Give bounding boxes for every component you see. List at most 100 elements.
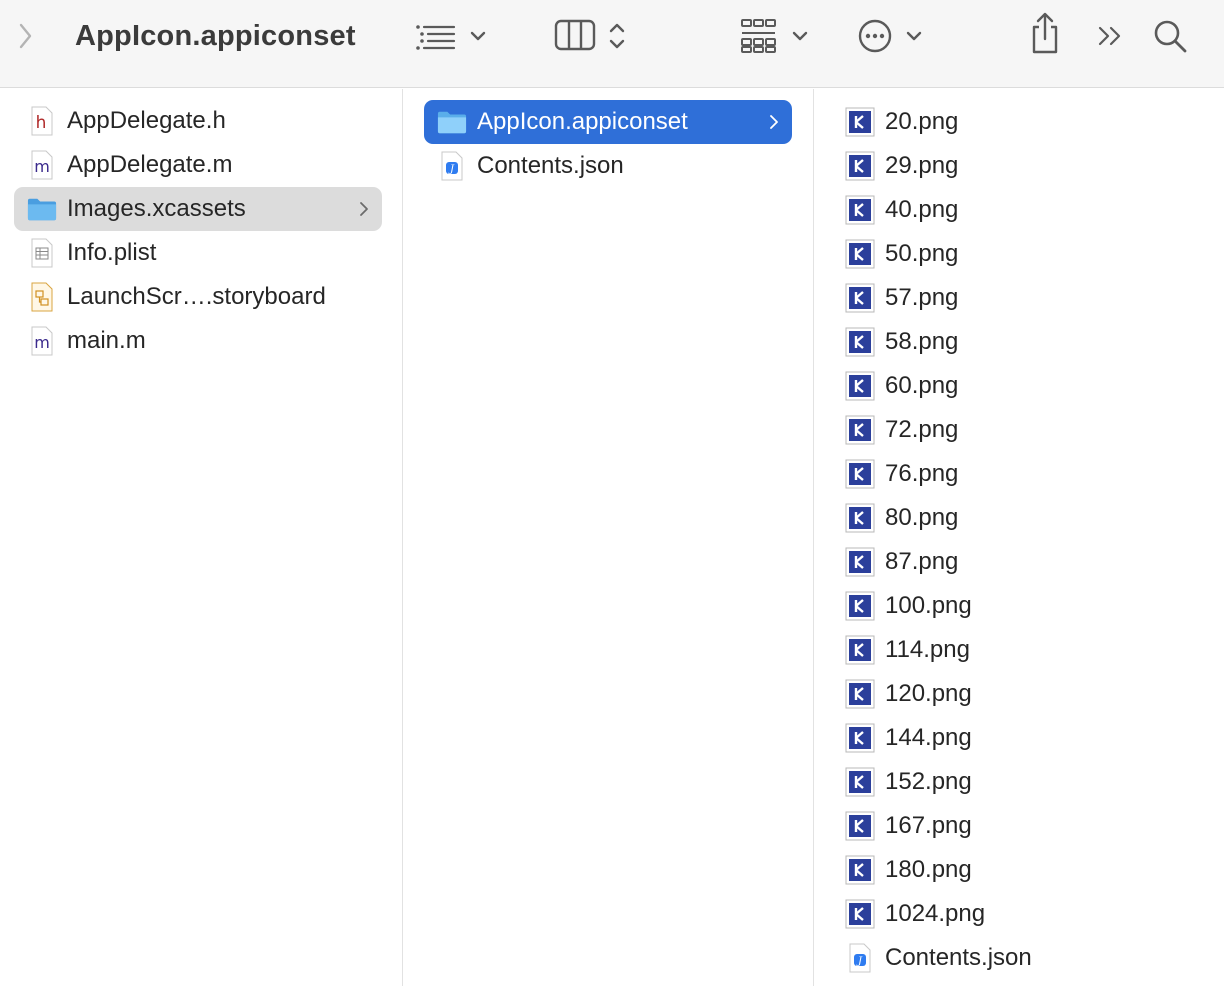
- png-image-icon: [845, 457, 875, 491]
- list-item-label: LaunchScr….storyboard: [67, 283, 326, 310]
- sort-updown-icon[interactable]: [604, 18, 630, 54]
- chevron-down-icon[interactable]: [466, 24, 490, 48]
- png-image-icon: [845, 545, 875, 579]
- png-image-icon: [845, 501, 875, 535]
- back-chevron-icon[interactable]: [10, 18, 40, 54]
- json-file-icon: J: [437, 149, 467, 183]
- gallery-grid-icon[interactable]: [738, 16, 780, 56]
- list-item[interactable]: 60.png: [845, 364, 1213, 408]
- png-image-icon: [845, 633, 875, 667]
- column-2: AppIcon.appiconset J Contents.json: [404, 89, 814, 986]
- json-file-icon: J: [845, 941, 875, 975]
- list-item[interactable]: m AppDelegate.m: [14, 143, 382, 187]
- list-item-label: 58.png: [885, 328, 959, 355]
- share-icon[interactable]: [1026, 10, 1064, 56]
- folder-icon: [27, 192, 57, 226]
- plist-file-icon: [27, 236, 57, 270]
- list-item-label: 50.png: [885, 240, 959, 267]
- list-item[interactable]: h AppDelegate.h: [14, 99, 382, 143]
- png-image-icon: [845, 765, 875, 799]
- list-item-label: 180.png: [885, 856, 972, 883]
- list-item-label: 20.png: [885, 108, 959, 135]
- m-source-file-icon: m: [27, 148, 57, 182]
- list-item[interactable]: 167.png: [845, 804, 1213, 848]
- svg-text:J: J: [856, 956, 863, 967]
- svg-text:m: m: [34, 333, 50, 352]
- list-item[interactable]: 29.png: [845, 144, 1213, 188]
- list-item-label: 80.png: [885, 504, 959, 531]
- column-view-icon[interactable]: [552, 16, 598, 54]
- column-1: h AppDelegate.h m AppDelegate.m Images.x…: [0, 89, 403, 986]
- list-item-label: Contents.json: [477, 152, 624, 179]
- svg-text:h: h: [36, 113, 47, 133]
- list-item[interactable]: 100.png: [845, 584, 1213, 628]
- list-item[interactable]: 76.png: [845, 452, 1213, 496]
- list-item[interactable]: 40.png: [845, 188, 1213, 232]
- chevron-right-icon: [768, 100, 780, 144]
- png-image-icon: [845, 281, 875, 315]
- png-image-icon: [845, 149, 875, 183]
- list-item[interactable]: 80.png: [845, 496, 1213, 540]
- png-image-icon: [845, 809, 875, 843]
- list-item[interactable]: 87.png: [845, 540, 1213, 584]
- list-item[interactable]: 144.png: [845, 716, 1213, 760]
- list-item-label: 152.png: [885, 768, 972, 795]
- list-view-icon[interactable]: [410, 18, 458, 54]
- search-icon[interactable]: [1150, 16, 1190, 56]
- chevron-right-icon: [358, 187, 370, 231]
- column-3: 20.png 29.png 40.png 50.png 57.png 58.png 60.p…: [815, 89, 1224, 986]
- list-item-label: AppDelegate.h: [67, 107, 226, 134]
- list-item-label: AppIcon.appiconset: [477, 108, 688, 135]
- svg-text:J: J: [448, 164, 455, 175]
- list-item[interactable]: 72.png: [845, 408, 1213, 452]
- list-item-label: 1024.png: [885, 900, 986, 927]
- list-item[interactable]: 1024.png: [845, 892, 1213, 936]
- list-item[interactable]: 180.png: [845, 848, 1213, 892]
- window-title: AppIcon.appiconset: [75, 20, 356, 52]
- list-item[interactable]: 58.png: [845, 320, 1213, 364]
- png-image-icon: [845, 897, 875, 931]
- folder-icon: [437, 105, 467, 139]
- list-item[interactable]: 120.png: [845, 672, 1213, 716]
- list-item[interactable]: LaunchScr….storyboard: [14, 275, 382, 319]
- list-item[interactable]: Info.plist: [14, 231, 382, 275]
- list-item-label: Contents.json: [885, 944, 1032, 971]
- list-item-label: 76.png: [885, 460, 959, 487]
- png-image-icon: [845, 853, 875, 887]
- list-item-label: AppDelegate.m: [67, 151, 233, 178]
- png-image-icon: [845, 589, 875, 623]
- m-source-file-icon: m: [27, 324, 57, 358]
- list-item-label: 114.png: [885, 636, 970, 663]
- list-item-selected[interactable]: Images.xcassets: [14, 187, 382, 231]
- storyboard-file-icon: [27, 280, 57, 314]
- more-ellipsis-icon[interactable]: [856, 17, 894, 55]
- list-item[interactable]: 20.png: [845, 100, 1213, 144]
- list-item[interactable]: 152.png: [845, 760, 1213, 804]
- list-item-label: 100.png: [885, 592, 972, 619]
- list-item-label: 87.png: [885, 548, 959, 575]
- chevron-down-icon[interactable]: [788, 24, 812, 48]
- svg-text:m: m: [34, 157, 50, 176]
- list-item[interactable]: J Contents.json: [845, 936, 1213, 980]
- list-item[interactable]: m main.m: [14, 319, 382, 363]
- list-item-label: main.m: [67, 327, 146, 354]
- list-item[interactable]: J Contents.json: [424, 144, 792, 188]
- chevron-down-icon[interactable]: [902, 24, 926, 48]
- list-item-label: 167.png: [885, 812, 972, 839]
- png-image-icon: [845, 677, 875, 711]
- list-item-selected[interactable]: AppIcon.appiconset: [424, 100, 792, 144]
- list-item-label: 144.png: [885, 724, 972, 751]
- list-item-label: Info.plist: [67, 239, 157, 266]
- list-item[interactable]: 57.png: [845, 276, 1213, 320]
- list-item-label: 120.png: [885, 680, 972, 707]
- list-item[interactable]: 50.png: [845, 232, 1213, 276]
- list-item[interactable]: 114.png: [845, 628, 1213, 672]
- h-header-file-icon: h: [27, 104, 57, 138]
- list-item-label: 40.png: [885, 196, 959, 223]
- list-item-label: Images.xcassets: [67, 195, 246, 222]
- list-item-label: 60.png: [885, 372, 959, 399]
- overflow-chevrons-icon[interactable]: [1096, 22, 1126, 50]
- png-image-icon: [845, 237, 875, 271]
- png-image-icon: [845, 721, 875, 755]
- png-image-icon: [845, 325, 875, 359]
